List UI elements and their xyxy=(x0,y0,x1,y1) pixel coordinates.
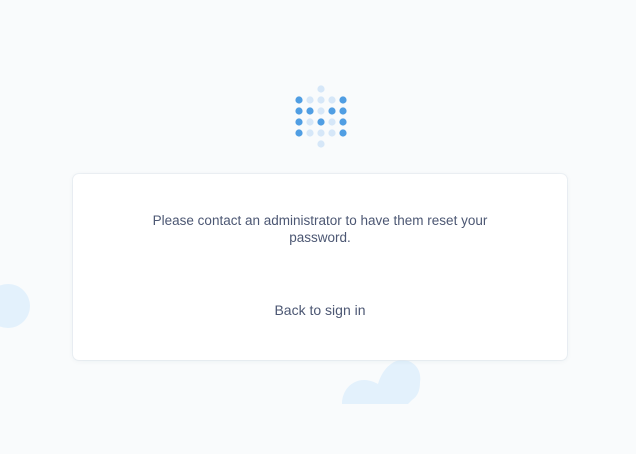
logo-dot xyxy=(328,107,336,115)
logo-dot xyxy=(328,96,336,104)
logo-dot xyxy=(295,129,303,137)
logo-dot xyxy=(295,107,303,115)
logo-dot xyxy=(317,96,325,104)
logo-dot xyxy=(339,118,347,126)
logo-dot xyxy=(328,129,336,137)
logo-dot xyxy=(295,118,303,126)
logo-dot xyxy=(339,129,347,137)
logo-dot xyxy=(317,85,325,93)
decorative-cloud-left xyxy=(0,284,30,328)
logo-dot xyxy=(317,107,325,115)
forgot-password-page: Please contact an administrator to have … xyxy=(0,0,636,454)
contact-admin-message: Please contact an administrator to have … xyxy=(152,213,488,245)
reset-password-card: Please contact an administrator to have … xyxy=(73,174,567,360)
logo-dot xyxy=(306,96,314,104)
logo-dot xyxy=(328,118,336,126)
logo-dot xyxy=(306,118,314,126)
logo-dot xyxy=(317,118,325,126)
logo-dot xyxy=(306,129,314,137)
logo-dot xyxy=(306,107,314,115)
metabase-logo-icon xyxy=(295,85,347,148)
logo-dot xyxy=(339,96,347,104)
logo-dot xyxy=(295,96,303,104)
logo-dot xyxy=(317,129,325,137)
logo-dot xyxy=(339,107,347,115)
decorative-cloud-bottom xyxy=(342,360,421,404)
logo-dot xyxy=(317,140,325,148)
back-to-sign-in-link[interactable]: Back to sign in xyxy=(73,302,567,318)
